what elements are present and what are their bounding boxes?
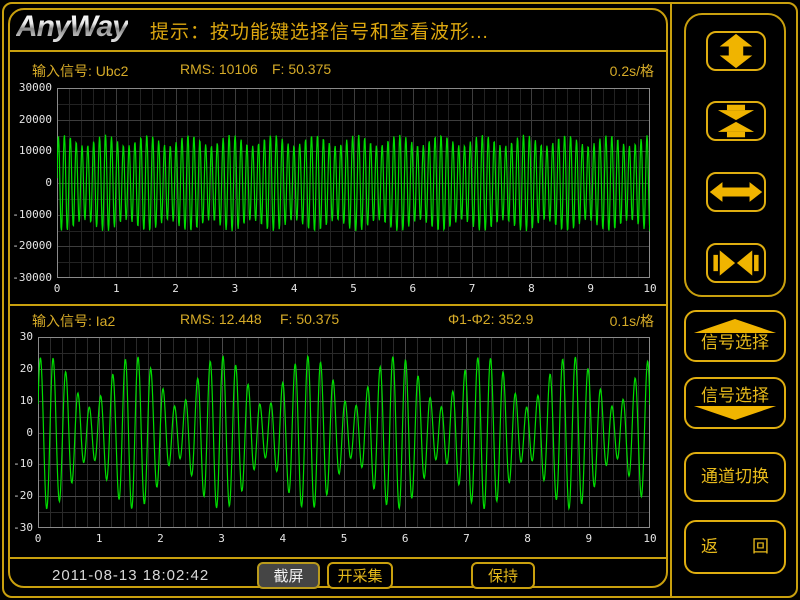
x-tick-label: 7 — [460, 282, 484, 295]
y-tick-label: 30000 — [4, 81, 52, 94]
horizontal-expand-button[interactable] — [706, 172, 766, 212]
signal-select-up-label: 信号选择 — [701, 333, 769, 353]
vertical-compress-icon — [708, 101, 764, 141]
hold-button[interactable]: 保持 — [471, 562, 535, 589]
vertical-compress-button[interactable] — [706, 101, 766, 141]
x-tick-label: 3 — [210, 532, 234, 545]
timestamp: 2011-08-13 18:02:42 — [52, 567, 209, 584]
horizontal-compress-button[interactable] — [706, 243, 766, 283]
x-tick-label: 6 — [393, 532, 417, 545]
y-tick-label: 10 — [4, 394, 33, 407]
chart2-freq-value: F: 50.375 — [280, 311, 339, 327]
waveform-svg — [38, 337, 650, 528]
channel-switch-button[interactable]: 通道切换 — [684, 452, 786, 502]
screenshot-button[interactable]: 截屏 — [257, 562, 320, 589]
waveform-plot-ubc2 — [57, 88, 650, 278]
x-tick-label: 9 — [579, 282, 603, 295]
x-tick-label: 10 — [638, 532, 662, 545]
y-tick-label: -10 — [4, 457, 33, 470]
chart-divider — [8, 304, 668, 306]
x-tick-label: 8 — [519, 282, 543, 295]
triangle-up-icon — [693, 319, 777, 333]
sidebar-separator — [670, 3, 672, 596]
y-tick-label: -20 — [4, 489, 33, 502]
x-tick-label: 0 — [45, 282, 69, 295]
horizontal-expand-icon — [708, 172, 764, 212]
horizontal-compress-icon — [708, 243, 764, 283]
x-tick-label: 5 — [342, 282, 366, 295]
chart2-signal-label: 输入信号: Ia2 — [32, 311, 115, 331]
x-tick-label: 7 — [454, 532, 478, 545]
back-button[interactable]: 返 回 — [684, 520, 786, 574]
x-tick-label: 1 — [87, 532, 111, 545]
titlebar-divider — [8, 50, 668, 52]
x-tick-label: 5 — [332, 532, 356, 545]
x-tick-label: 2 — [148, 532, 172, 545]
x-tick-label: 8 — [516, 532, 540, 545]
y-tick-label: 30 — [4, 330, 33, 343]
x-tick-label: 10 — [638, 282, 662, 295]
hint-message: 提示：按功能键选择信号和查看波形... — [150, 17, 489, 44]
x-tick-label: 9 — [577, 532, 601, 545]
signal-select-up-button[interactable]: 信号选择 — [684, 310, 786, 362]
chart1-signal-label: 输入信号: Ubc2 — [32, 61, 128, 81]
waveform-plot-ia2 — [38, 337, 650, 528]
analyzer-screen: AnyWay 提示：按功能键选择信号和查看波形... 输入信号: Ubc2 RM… — [0, 0, 800, 600]
vertical-expand-icon — [708, 31, 764, 71]
y-tick-label: 20 — [4, 362, 33, 375]
chart2-rms-value: RMS: 12.448 — [180, 311, 262, 327]
channel-switch-label: 通道切换 — [701, 467, 769, 487]
y-tick-label: -10000 — [4, 208, 52, 221]
waveform-svg — [57, 88, 650, 278]
x-tick-label: 3 — [223, 282, 247, 295]
chart1-timebase: 0.2s/格 — [610, 61, 654, 81]
vertical-expand-button[interactable] — [706, 31, 766, 71]
x-tick-label: 1 — [104, 282, 128, 295]
y-tick-label: 20000 — [4, 113, 52, 126]
y-tick-label: -20000 — [4, 239, 52, 252]
y-tick-label: 0 — [4, 426, 33, 439]
x-tick-label: 4 — [282, 282, 306, 295]
chart2-timebase: 0.1s/格 — [610, 311, 654, 331]
back-label-left: 返 — [701, 537, 718, 557]
signal-select-down-button[interactable]: 信号选择 — [684, 377, 786, 429]
triangle-down-icon — [693, 406, 777, 420]
start-capture-button[interactable]: 开采集 — [327, 562, 393, 589]
chart1-freq-value: F: 50.375 — [272, 61, 331, 77]
x-tick-label: 2 — [164, 282, 188, 295]
chart1-rms-value: RMS: 10106 — [180, 61, 258, 77]
back-label-right: 回 — [752, 537, 769, 557]
y-tick-label: 10000 — [4, 144, 52, 157]
anyway-logo: AnyWay — [16, 10, 128, 44]
signal-select-down-label: 信号选择 — [701, 386, 769, 406]
statusbar-divider — [8, 557, 668, 559]
x-tick-label: 6 — [401, 282, 425, 295]
chart2-phase-value: Φ1-Φ2: 352.9 — [448, 311, 533, 327]
x-tick-label: 4 — [271, 532, 295, 545]
y-tick-label: 0 — [4, 176, 52, 189]
x-tick-label: 0 — [26, 532, 50, 545]
